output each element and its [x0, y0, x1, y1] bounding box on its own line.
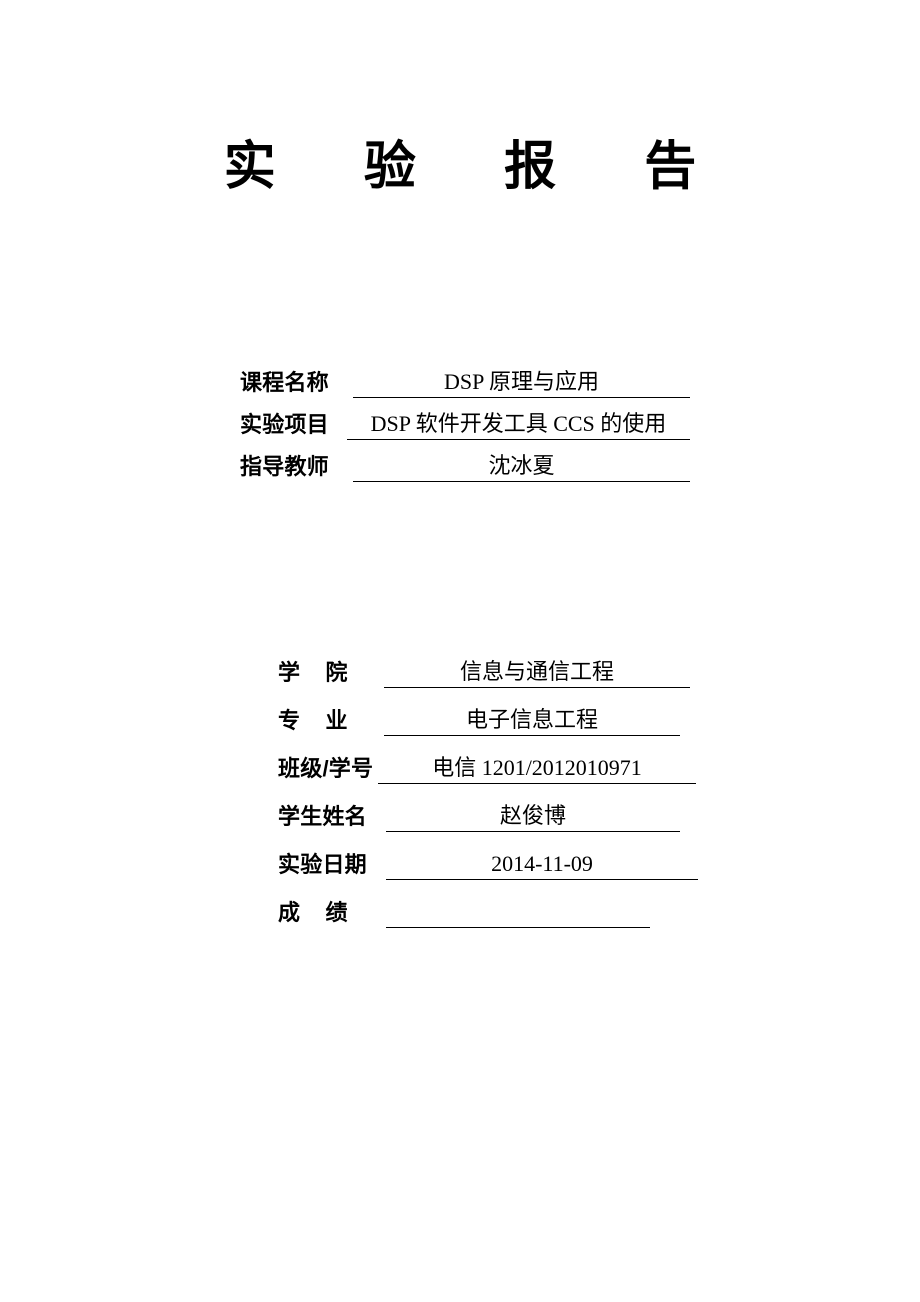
field-row-grade: 成 绩: [278, 880, 698, 928]
field-label-instructor: 指导教师: [240, 454, 329, 479]
field-label-experiment-project: 实验项目: [240, 412, 329, 437]
field-row-experiment-date: 实验日期 2014-11-09: [278, 832, 698, 880]
field-row-college: 学 院 信息与通信工程: [278, 640, 698, 688]
field-row-student-name: 学生姓名 赵俊博: [278, 784, 698, 832]
field-row-course-name: 课程名称 DSP 原理与应用: [240, 356, 690, 398]
field-label-class-student-id: 班级/学号: [278, 756, 374, 781]
field-row-experiment-project: 实验项目 DSP 软件开发工具 CCS 的使用: [240, 398, 690, 440]
field-value-experiment-project[interactable]: DSP 软件开发工具 CCS 的使用: [347, 409, 690, 440]
field-label-experiment-date: 实验日期: [278, 852, 367, 877]
field-row-class-student-id: 班级/学号 电信 1201/2012010971: [278, 736, 698, 784]
field-value-class-student-id[interactable]: 电信 1201/2012010971: [378, 753, 696, 784]
student-info-block: 学 院 信息与通信工程 专 业 电子信息工程 班级/学号 电信 1201/201…: [278, 640, 698, 928]
field-value-experiment-date[interactable]: 2014-11-09: [386, 849, 698, 880]
course-info-block: 课程名称 DSP 原理与应用 实验项目 DSP 软件开发工具 CCS 的使用 指…: [240, 356, 690, 482]
field-label-student-name: 学生姓名: [278, 804, 367, 829]
field-value-grade[interactable]: [386, 897, 650, 928]
document-page: 实 验 报 告 课程名称 DSP 原理与应用 实验项目 DSP 软件开发工具 C…: [0, 0, 920, 1302]
page-title: 实 验 报 告: [223, 138, 717, 196]
field-row-major: 专 业 电子信息工程: [278, 688, 698, 736]
field-label-course-name: 课程名称: [240, 370, 329, 395]
field-value-student-name[interactable]: 赵俊博: [386, 801, 680, 832]
field-label-college: 学 院: [278, 660, 348, 685]
field-label-grade: 成 绩: [278, 900, 348, 925]
field-value-college[interactable]: 信息与通信工程: [384, 657, 690, 688]
field-row-instructor: 指导教师 沈冰夏: [240, 440, 690, 482]
field-value-major[interactable]: 电子信息工程: [384, 705, 680, 736]
field-value-course-name[interactable]: DSP 原理与应用: [353, 367, 690, 398]
field-value-instructor[interactable]: 沈冰夏: [353, 451, 690, 482]
field-label-major: 专 业: [278, 708, 348, 733]
